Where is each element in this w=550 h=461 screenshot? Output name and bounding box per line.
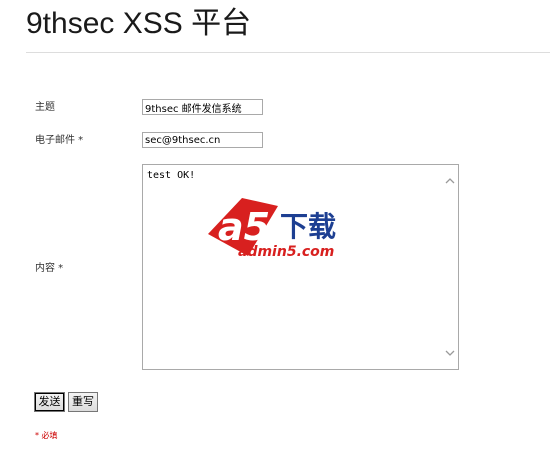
content-label: 内容 * xyxy=(35,263,64,274)
content-textarea[interactable]: test OK! xyxy=(142,164,459,370)
a5-logo-icon: a5 下载 admin5.com xyxy=(208,198,336,260)
send-button[interactable]: 发送 xyxy=(34,392,65,412)
chevron-up-icon[interactable] xyxy=(442,173,458,189)
content-scrollbar[interactable] xyxy=(442,165,458,369)
email-input[interactable] xyxy=(142,132,263,148)
chevron-down-icon[interactable] xyxy=(442,345,458,361)
content-text: test OK! xyxy=(147,170,196,181)
subject-label: 主题 xyxy=(35,102,55,113)
watermark-brand-text: 下载 xyxy=(280,210,336,243)
email-label: 电子邮件 * xyxy=(35,135,84,146)
required-note: * 必填 xyxy=(35,431,58,440)
subject-input[interactable] xyxy=(142,99,263,115)
watermark-brand-mark: a5 xyxy=(218,205,270,249)
title-divider xyxy=(26,52,550,53)
watermark-domain: admin5.com xyxy=(238,244,334,260)
page-title: 9thsec XSS 平台 xyxy=(26,7,252,40)
reset-button[interactable]: 重写 xyxy=(68,392,98,412)
